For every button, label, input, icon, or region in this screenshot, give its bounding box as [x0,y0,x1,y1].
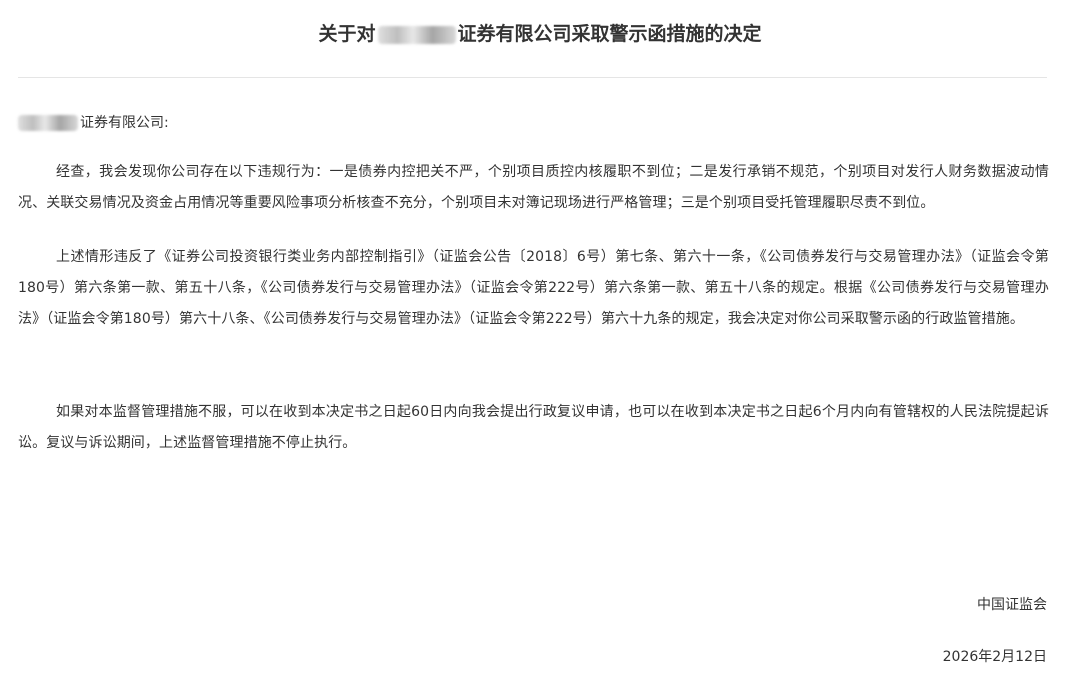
title-prefix: 关于对 [318,23,376,45]
title-suffix: 证券有限公司采取警示函措施的决定 [457,23,762,45]
addressee: 证券有限公司: [18,112,169,134]
addressee-suffix: 证券有限公司: [80,115,169,131]
document-title: 关于对 证券有限公司采取警示函措施的决定 [0,20,1080,48]
signature-date: 2026年2月12日 [942,649,1047,665]
paragraph-appeal-rights: 如果对本监督管理措施不服，可以在收到本决定书之日起60日内向我会提出行政复议申请… [18,404,1049,451]
redacted-company-name [377,25,456,44]
title-divider [18,77,1047,78]
paragraph-findings: 经查，我会发现你公司存在以下违规行为：一是债券内控把关不严，个别项目质控内核履职… [18,164,1049,211]
document-page: 关于对 证券有限公司采取警示函措施的决定 证券有限公司: 经查，我会发现你公司存在… [0,0,1080,690]
paragraph-violations: 上述情形违反了《证券公司投资银行类业务内部控制指引》（证监会公告〔2018〕6号… [18,249,1049,327]
redacted-addressee-name [18,115,78,131]
signature-organization: 中国证监会 [977,597,1047,613]
